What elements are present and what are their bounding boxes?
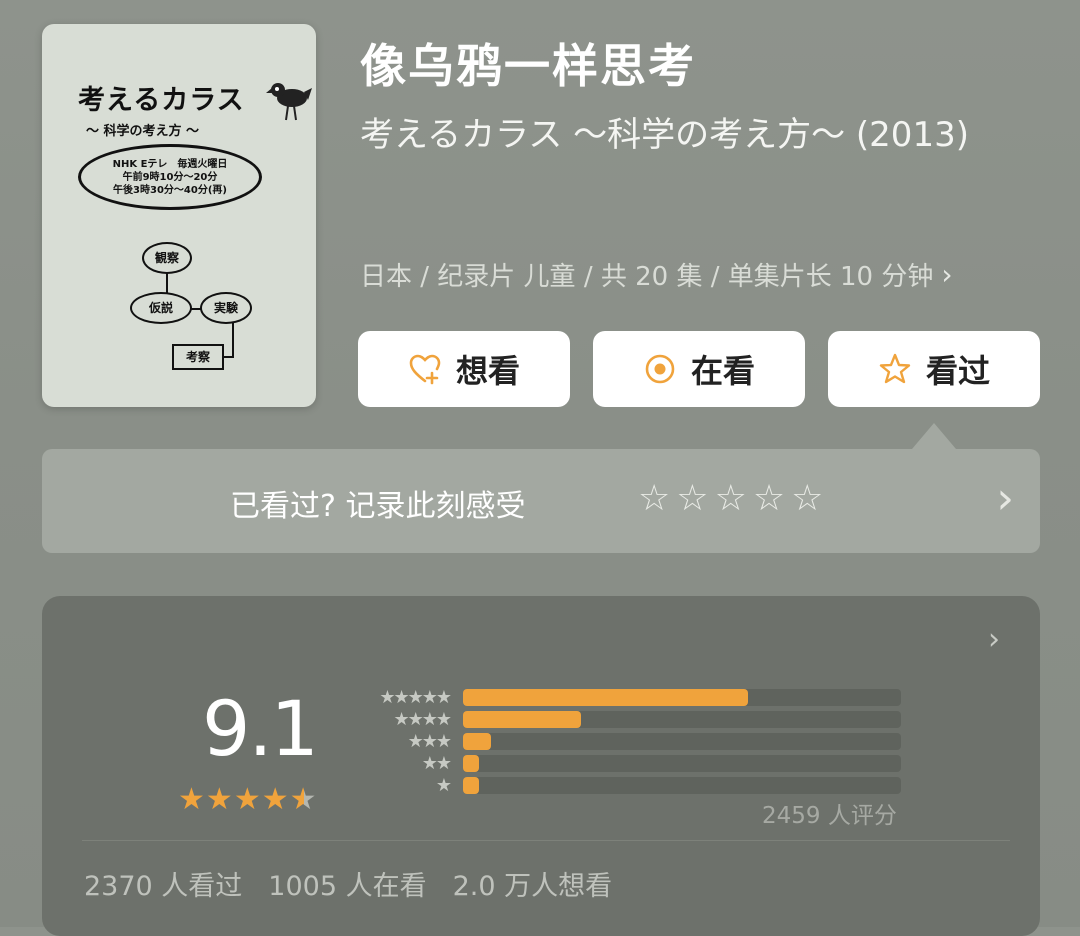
distribution-row: ★★★★★: [352, 687, 901, 708]
distribution-bar-fill: [463, 733, 491, 750]
distribution-bar-track: [463, 733, 901, 750]
raters-count: 2459 人评分: [762, 803, 897, 829]
distribution-stars-label: ★: [435, 775, 452, 796]
stat-watched[interactable]: 2370 人看过: [84, 864, 242, 903]
star-outline-icon[interactable]: ☆: [638, 479, 670, 519]
distribution-stars-label: ★★: [421, 753, 452, 774]
movie-meta-row[interactable]: 日本 / 纪录片 儿童 / 共 20 集 / 单集片长 10 分钟 ›: [360, 256, 953, 293]
distribution-row: ★: [352, 775, 901, 796]
watched-button[interactable]: 看过: [828, 331, 1040, 407]
distribution-stars-label: ★★★★: [393, 709, 452, 730]
poster-subtitle: 〜 科学の考え方 〜: [86, 124, 200, 139]
distribution-bar-track: [463, 755, 901, 772]
diagram-node-hypothesis: 仮説: [130, 292, 192, 324]
star-outline-icon[interactable]: ☆: [715, 479, 747, 519]
distribution-row: ★★★★: [352, 709, 901, 730]
poster-image[interactable]: 考えるカラス 〜 科学の考え方 〜 NHK Eテレ 毎週火曜日 午前9時10分〜…: [42, 24, 316, 407]
stat-watching[interactable]: 1005 人在看: [268, 864, 426, 903]
distribution-stars-label: ★★★: [407, 731, 452, 752]
star-half-icon: ★: [289, 782, 318, 817]
distribution-bar-track: [463, 689, 901, 706]
star-outline-icon[interactable]: ☆: [676, 479, 708, 519]
distribution-bar-fill: [463, 777, 479, 794]
distribution-bar-fill: [463, 711, 581, 728]
diagram-node-observe: 観察: [142, 242, 192, 274]
divider: [82, 840, 1010, 841]
rating-card[interactable]: › 9.1 ★★★★★ ★★★★★ ★★★★ ★★★ ★★ ★ 2459 人评分 237…: [42, 596, 1040, 936]
diagram-node-experiment: 実験: [200, 292, 252, 324]
schedule-line: NHK Eテレ 毎週火曜日: [112, 159, 228, 170]
watching-label: 在看: [690, 352, 755, 390]
chevron-right-icon: ›: [941, 258, 953, 291]
poster-title: 考えるカラス: [78, 85, 245, 116]
movie-title: 像乌鸦一样思考: [360, 39, 696, 93]
watched-label: 看过: [925, 352, 990, 390]
movie-original-title: 考えるカラス ～科学の考え方～ (2013): [360, 115, 969, 155]
distribution-bar-track: [463, 711, 901, 728]
rate-prompt-text: 已看过? 记录此刻感受: [230, 489, 526, 524]
rate-stars[interactable]: ☆ ☆ ☆ ☆ ☆: [638, 479, 823, 519]
distribution-bar-fill: [463, 755, 479, 772]
chevron-right-icon[interactable]: ›: [988, 622, 1000, 657]
star-filled-icon: ★: [233, 782, 262, 817]
watching-button[interactable]: 在看: [593, 331, 805, 407]
rate-prompt-row[interactable]: 已看过? 记录此刻感受 ☆ ☆ ☆ ☆ ☆ ›: [42, 449, 1040, 553]
want-label: 想看: [455, 352, 520, 390]
star-filled-icon: ★: [205, 782, 234, 817]
rating-stars: ★★★★★: [178, 782, 318, 817]
poster-schedule-oval: NHK Eテレ 毎週火曜日 午前9時10分〜20分 午後3時30分〜40分(再): [78, 144, 262, 210]
popover-pointer: [912, 423, 956, 449]
stats-row: 2370 人看过 1005 人在看 2.0 万人想看: [84, 864, 612, 903]
star-filled-icon: ★: [178, 782, 206, 817]
rating-score: 9.1: [202, 684, 319, 773]
distribution-bar-fill: [463, 689, 748, 706]
distribution-stars-label: ★★★★★: [379, 687, 452, 708]
diagram-node-consider: 考察: [172, 344, 224, 370]
movie-meta: 日本 / 纪录片 儿童 / 共 20 集 / 单集片长 10 分钟: [360, 262, 934, 292]
distribution-row: ★★★: [352, 731, 901, 752]
schedule-line: 午後3時30分〜40分(再): [113, 185, 227, 196]
star-outline-icon: [879, 353, 911, 384]
chevron-right-icon[interactable]: ›: [996, 473, 1014, 524]
target-circle-icon: [645, 354, 675, 384]
stat-want[interactable]: 2.0 万人想看: [453, 864, 613, 903]
heart-plus-icon: [409, 354, 441, 385]
distribution-bar-track: [463, 777, 901, 794]
star-outline-icon[interactable]: ☆: [791, 479, 823, 519]
want-to-watch-button[interactable]: 想看: [358, 331, 570, 407]
schedule-line: 午前9時10分〜20分: [122, 172, 218, 183]
star-filled-icon: ★: [261, 782, 290, 817]
star-outline-icon[interactable]: ☆: [753, 479, 785, 519]
crow-illustration: [266, 83, 312, 121]
distribution-row: ★★: [352, 753, 901, 774]
